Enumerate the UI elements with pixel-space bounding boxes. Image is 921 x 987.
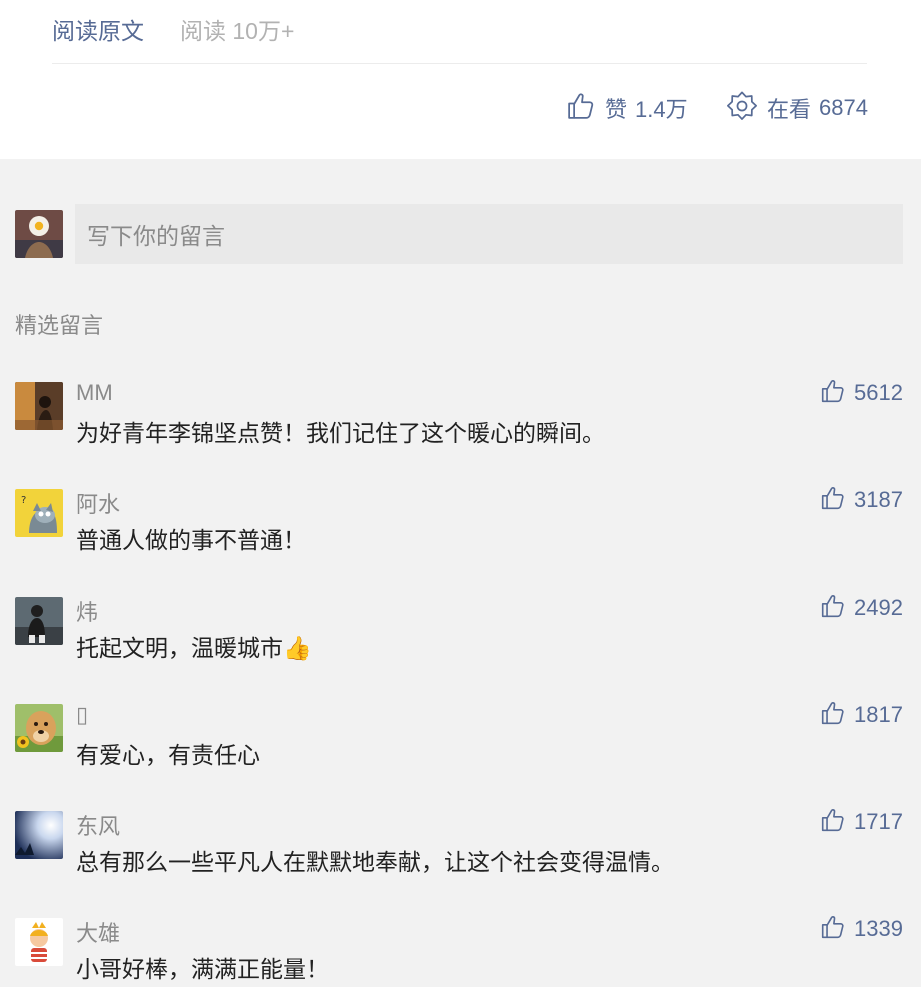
- svg-text:?: ?: [21, 495, 26, 506]
- comment-like-button[interactable]: 1817: [820, 700, 903, 730]
- list-item: 炜 托起文明，温暖城市👍 2492: [0, 594, 921, 697]
- my-avatar: [15, 210, 63, 258]
- thumbs-up-icon: [820, 378, 846, 409]
- avatar[interactable]: [15, 918, 63, 966]
- watching-flower-icon: [726, 90, 758, 127]
- commenter-name: MM: [76, 380, 113, 405]
- watching-count: 6874: [819, 95, 868, 120]
- article-footer: 阅读原文 阅读 10万+ 赞 1.4万 在看 6874: [0, 0, 921, 159]
- comment-like-count: 1717: [854, 809, 903, 834]
- watching-button[interactable]: 在看 6874: [726, 90, 868, 126]
- avatar[interactable]: [15, 597, 63, 645]
- commenter-name: 大雄: [76, 921, 121, 946]
- like-label: 赞: [605, 97, 628, 122]
- thumbs-up-icon: [820, 807, 846, 838]
- read-count: 阅读 10万+: [180, 18, 295, 44]
- list-item: ▯ 有爱心，有责任心 1817: [0, 701, 921, 804]
- thumbs-up-icon: [820, 593, 846, 624]
- read-original-link[interactable]: 阅读原文: [52, 12, 144, 46]
- comment-text-content: 托起文明，温暖城市: [76, 635, 283, 661]
- comment-text: 普通人做的事不普通！: [76, 527, 306, 553]
- comment-like-button[interactable]: 3187: [820, 485, 903, 515]
- divider: [52, 63, 867, 64]
- avatar[interactable]: ?: [15, 489, 63, 537]
- featured-comments-title: 精选留言: [15, 313, 104, 338]
- comment-like-button[interactable]: 2492: [820, 593, 903, 623]
- avatar[interactable]: [15, 811, 63, 859]
- avatar[interactable]: [15, 704, 63, 752]
- thumbs-up-icon: [820, 700, 846, 731]
- comment-input[interactable]: 写下你的留言: [75, 204, 903, 264]
- comment-like-button[interactable]: 5612: [820, 378, 903, 408]
- list-item: 大雄 小哥好棒，满满正能量！ 1339: [0, 915, 921, 987]
- thumbs-up-emoji: 👍: [283, 635, 312, 661]
- like-count: 1.4万: [635, 97, 688, 122]
- thumbs-up-icon: [820, 485, 846, 516]
- avatar[interactable]: [15, 382, 63, 430]
- comment-text: 为好青年李锦坚点赞！我们记住了这个暖心的瞬间。: [76, 420, 605, 446]
- commenter-name: 阿水: [76, 492, 121, 517]
- commenter-name: 东风: [76, 814, 121, 839]
- comment-like-count: 5612: [854, 380, 903, 405]
- thumbs-up-icon: [820, 914, 846, 945]
- watching-label: 在看: [767, 97, 812, 122]
- thumbs-up-icon: [566, 91, 596, 126]
- commenter-name: ▯: [76, 702, 89, 727]
- comment-text: 有爱心，有责任心: [76, 742, 260, 768]
- comment-like-count: 3187: [854, 487, 903, 512]
- comment-input-placeholder: 写下你的留言: [87, 223, 225, 249]
- list-item: MM 为好青年李锦坚点赞！我们记住了这个暖心的瞬间。 5612: [0, 379, 921, 482]
- comment-text: 总有那么一些平凡人在默默地奉献，让这个社会变得温情。: [76, 849, 674, 875]
- commenter-name: 炜: [76, 600, 99, 625]
- list-item: ? 阿水 普通人做的事不普通！ 3187: [0, 486, 921, 589]
- comment-text: 小哥好棒，满满正能量！: [76, 956, 329, 982]
- list-item: 东风 总有那么一些平凡人在默默地奉献，让这个社会变得温情。 1717: [0, 808, 921, 911]
- comment-text: 托起文明，温暖城市👍: [76, 629, 312, 663]
- comment-like-count: 1339: [854, 916, 903, 941]
- comment-like-button[interactable]: 1339: [820, 914, 903, 944]
- comment-like-count: 2492: [854, 595, 903, 620]
- comment-like-count: 1817: [854, 702, 903, 727]
- like-button[interactable]: 赞 1.4万: [566, 90, 688, 126]
- comment-like-button[interactable]: 1717: [820, 807, 903, 837]
